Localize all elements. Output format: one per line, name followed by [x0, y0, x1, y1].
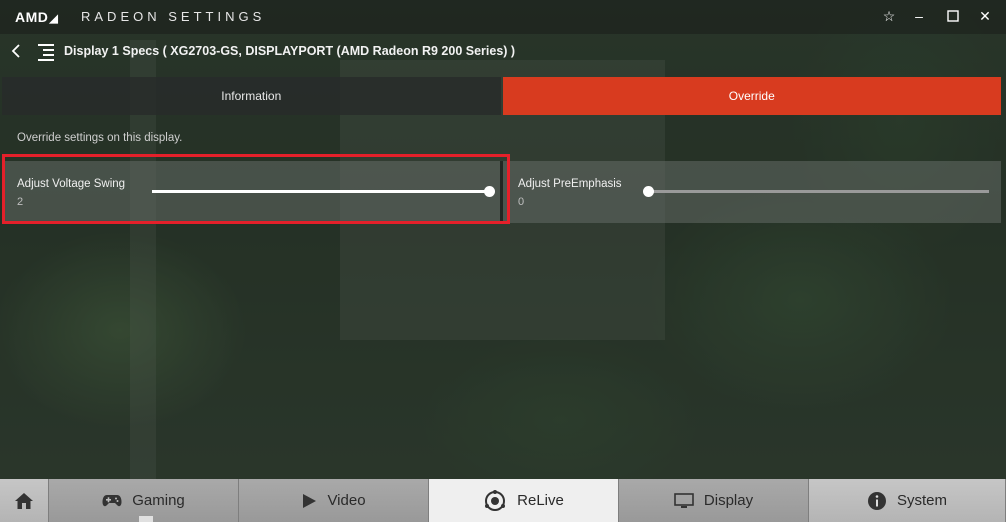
- nav-system[interactable]: System: [809, 479, 1006, 522]
- nav-system-label: System: [896, 492, 947, 509]
- preemphasis-slider[interactable]: [643, 186, 989, 197]
- home-icon: [15, 492, 33, 509]
- tab-bar: Information Override: [2, 77, 1001, 115]
- voltage-swing-thumb[interactable]: [484, 186, 495, 197]
- voltage-swing-value: 2: [17, 196, 24, 208]
- nav-video[interactable]: Video: [239, 479, 429, 522]
- minimize-button[interactable]: –: [908, 6, 930, 26]
- menu-icon[interactable]: [38, 44, 54, 61]
- gamepad-icon: [102, 494, 122, 506]
- monitor-icon: [674, 492, 694, 508]
- nav-display-label: Display: [703, 492, 754, 509]
- amd-logo: AMD◢: [15, 9, 59, 25]
- info-icon: [867, 491, 886, 510]
- nav-relive[interactable]: ReLive: [429, 479, 619, 522]
- page-title: Display 1 Specs ( XG2703-GS, DISPLAYPORT…: [64, 44, 516, 58]
- app-title: RADEON SETTINGS: [81, 9, 266, 24]
- nav-video-label: Video: [327, 492, 366, 509]
- voltage-swing-label: Adjust Voltage Swing: [17, 178, 126, 190]
- favorite-star-icon[interactable]: ☆: [878, 6, 900, 26]
- preemphasis-row: Adjust PreEmphasis 0: [503, 161, 1001, 223]
- preemphasis-rest: [648, 190, 989, 193]
- voltage-swing-slider[interactable]: [152, 186, 495, 197]
- preemphasis-thumb[interactable]: [643, 186, 654, 197]
- override-description: Override settings on this display.: [17, 132, 183, 144]
- preemphasis-value: 0: [518, 196, 525, 208]
- nav-selection-indicator: [139, 516, 153, 522]
- play-icon: [303, 493, 317, 508]
- voltage-swing-fill: [152, 190, 489, 193]
- title-bar: AMD◢ RADEON SETTINGS ☆ – ✕: [0, 0, 1006, 34]
- nav-home[interactable]: [0, 479, 49, 522]
- back-arrow-icon[interactable]: [10, 42, 26, 60]
- relive-icon: [485, 489, 506, 511]
- close-button[interactable]: ✕: [974, 6, 996, 26]
- nav-gaming-label: Gaming: [132, 492, 185, 509]
- voltage-swing-row: Adjust Voltage Swing 2: [2, 161, 500, 223]
- tab-information[interactable]: Information: [2, 77, 501, 115]
- tab-override[interactable]: Override: [502, 77, 1001, 115]
- maximize-button[interactable]: [942, 6, 964, 26]
- preemphasis-label: Adjust PreEmphasis: [518, 178, 622, 190]
- nav-display[interactable]: Display: [619, 479, 809, 522]
- nav-relive-label: ReLive: [517, 492, 564, 509]
